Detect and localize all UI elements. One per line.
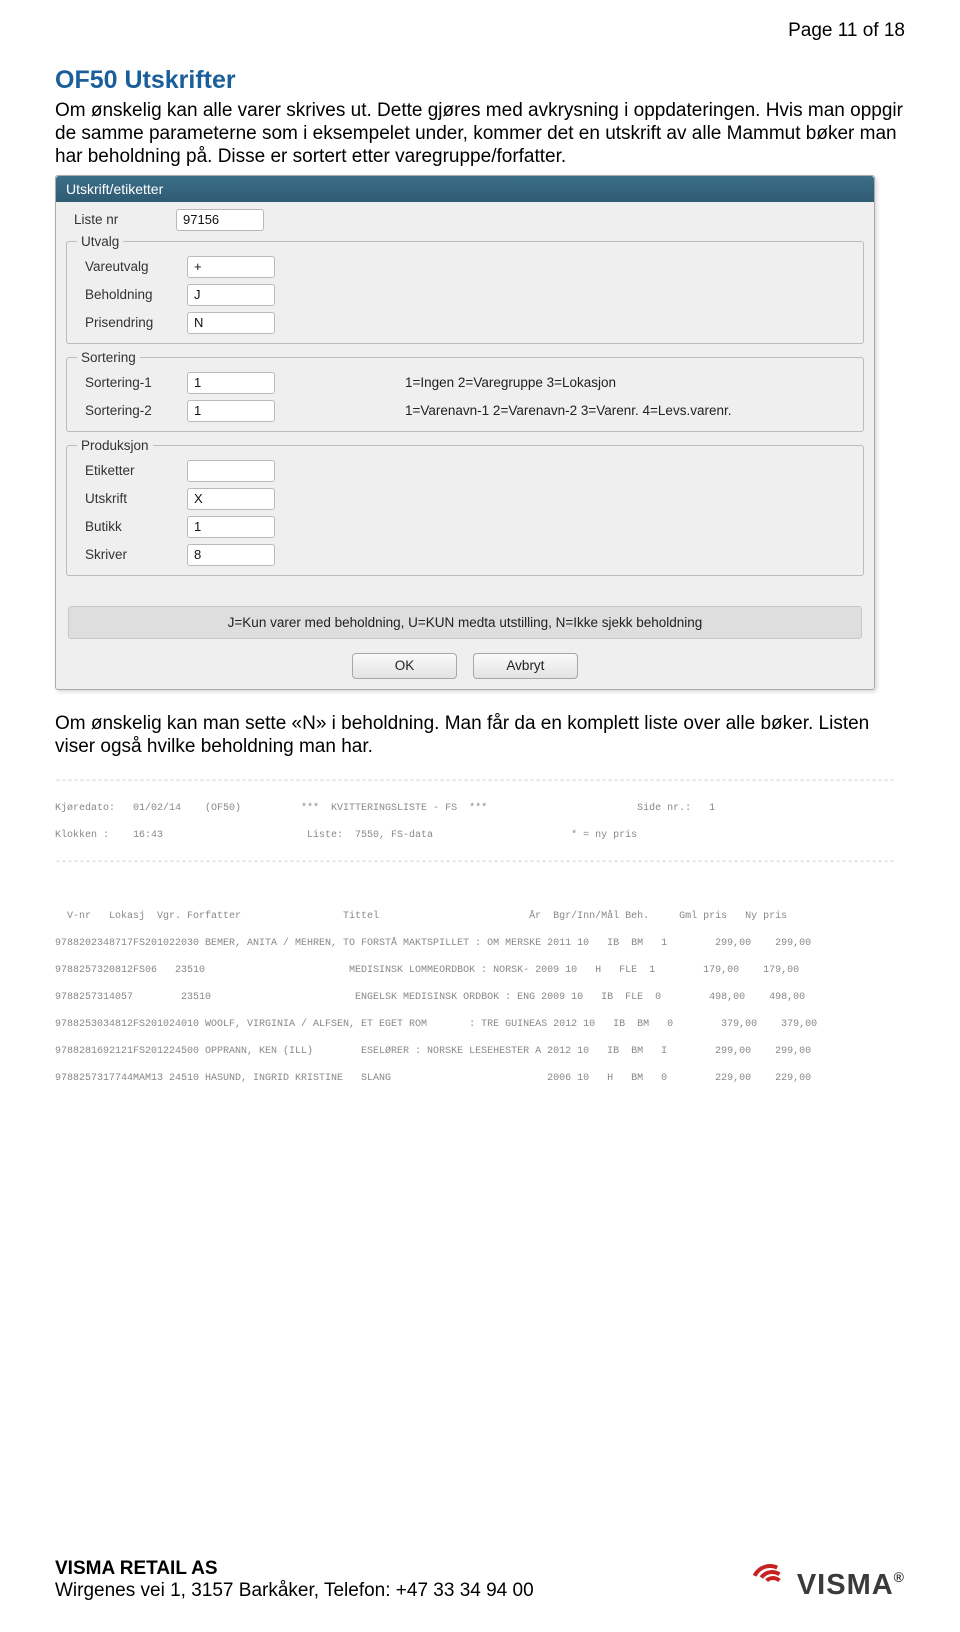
print-dialog: Utskrift/etiketter Liste nr Utvalg Vareu… — [55, 175, 875, 690]
utskrift-input[interactable] — [187, 488, 275, 510]
receipt-row: 9788281692121FS201224500 OPPRANN, KEN (I… — [55, 1045, 901, 1059]
footer-address: Wirgenes vei 1, 3157 Barkåker, Telefon: … — [55, 1580, 534, 1602]
receipt-header-line1: Kjøredato: 01/02/14 (OF50) *** KVITTERIN… — [55, 802, 901, 816]
beholdning-input[interactable] — [187, 284, 275, 306]
ok-button[interactable]: OK — [352, 653, 457, 679]
sortering1-input[interactable] — [187, 372, 275, 394]
skriver-label: Skriver — [67, 547, 187, 562]
prisendring-label: Prisendring — [67, 315, 187, 330]
group-sortering-legend: Sortering — [77, 350, 140, 365]
receipt-columns: V-nr Lokasj Vgr. Forfatter Tittel År Bgr… — [55, 910, 901, 924]
utskrift-label: Utskrift — [67, 491, 187, 506]
receipt-listing: ----------------------------------------… — [55, 762, 901, 1100]
receipt-row: 9788257320812FS06 23510 MEDISINSK LOMMEO… — [55, 964, 901, 978]
vareutvalg-label: Vareutvalg — [67, 259, 187, 274]
sortering1-label: Sortering-1 — [67, 375, 187, 390]
receipt-divider: ----------------------------------------… — [55, 856, 901, 870]
liste-nr-input[interactable] — [176, 209, 264, 231]
cancel-button[interactable]: Avbryt — [473, 653, 578, 679]
group-sortering: Sortering Sortering-1 1=Ingen 2=Varegrup… — [66, 350, 864, 432]
receipt-row: 9788257317744MAM13 24510 HASUND, INGRID … — [55, 1072, 901, 1086]
group-produksjon-legend: Produksjon — [77, 438, 153, 453]
liste-nr-label: Liste nr — [56, 212, 176, 227]
prisendring-input[interactable] — [187, 312, 275, 334]
etiketter-label: Etiketter — [67, 463, 187, 478]
footer-company: VISMA RETAIL AS — [55, 1558, 534, 1580]
butikk-label: Butikk — [67, 519, 187, 534]
group-produksjon: Produksjon Etiketter Utskrift Butikk Skr… — [66, 438, 864, 576]
group-utvalg: Utvalg Vareutvalg Beholdning Prisendring — [66, 234, 864, 344]
sortering2-input[interactable] — [187, 400, 275, 422]
skriver-input[interactable] — [187, 544, 275, 566]
receipt-header-line2: Klokken : 16:43 Liste: 7550, FS-data * =… — [55, 829, 901, 843]
butikk-input[interactable] — [187, 516, 275, 538]
dialog-title: Utskrift/etiketter — [56, 176, 874, 202]
receipt-divider: ----------------------------------------… — [55, 775, 901, 789]
sortering2-hint: 1=Varenavn-1 2=Varenavn-2 3=Varenr. 4=Le… — [405, 403, 731, 418]
receipt-row: 9788253034812FS201024010 WOOLF, VIRGINIA… — [55, 1018, 901, 1032]
beholdning-label: Beholdning — [67, 287, 187, 302]
visma-swirl-icon — [751, 1572, 791, 1600]
vareutvalg-input[interactable] — [187, 256, 275, 278]
sortering2-label: Sortering-2 — [67, 403, 187, 418]
page-footer: VISMA RETAIL AS Wirgenes vei 1, 3157 Bar… — [55, 1558, 905, 1602]
group-utvalg-legend: Utvalg — [77, 234, 123, 249]
help-text: J=Kun varer med beholdning, U=KUN medta … — [68, 606, 862, 639]
receipt-row: 9788202348717FS201022030 BEMER, ANITA / … — [55, 937, 901, 951]
visma-logo: VISMA® — [751, 1569, 905, 1602]
etiketter-input[interactable] — [187, 460, 275, 482]
intro-paragraph: Om ønskelig kan alle varer skrives ut. D… — [55, 99, 905, 169]
page-indicator: Page 11 of 18 — [55, 20, 905, 42]
sortering1-hint: 1=Ingen 2=Varegruppe 3=Lokasjon — [405, 375, 616, 390]
mid-paragraph: Om ønskelig kan man sette «N» i beholdni… — [55, 712, 905, 758]
section-heading: OF50 Utskrifter — [55, 66, 905, 95]
visma-logo-text: VISMA® — [797, 1569, 905, 1602]
receipt-row: 9788257314057 23510 ENGELSK MEDISINSK OR… — [55, 991, 901, 1005]
